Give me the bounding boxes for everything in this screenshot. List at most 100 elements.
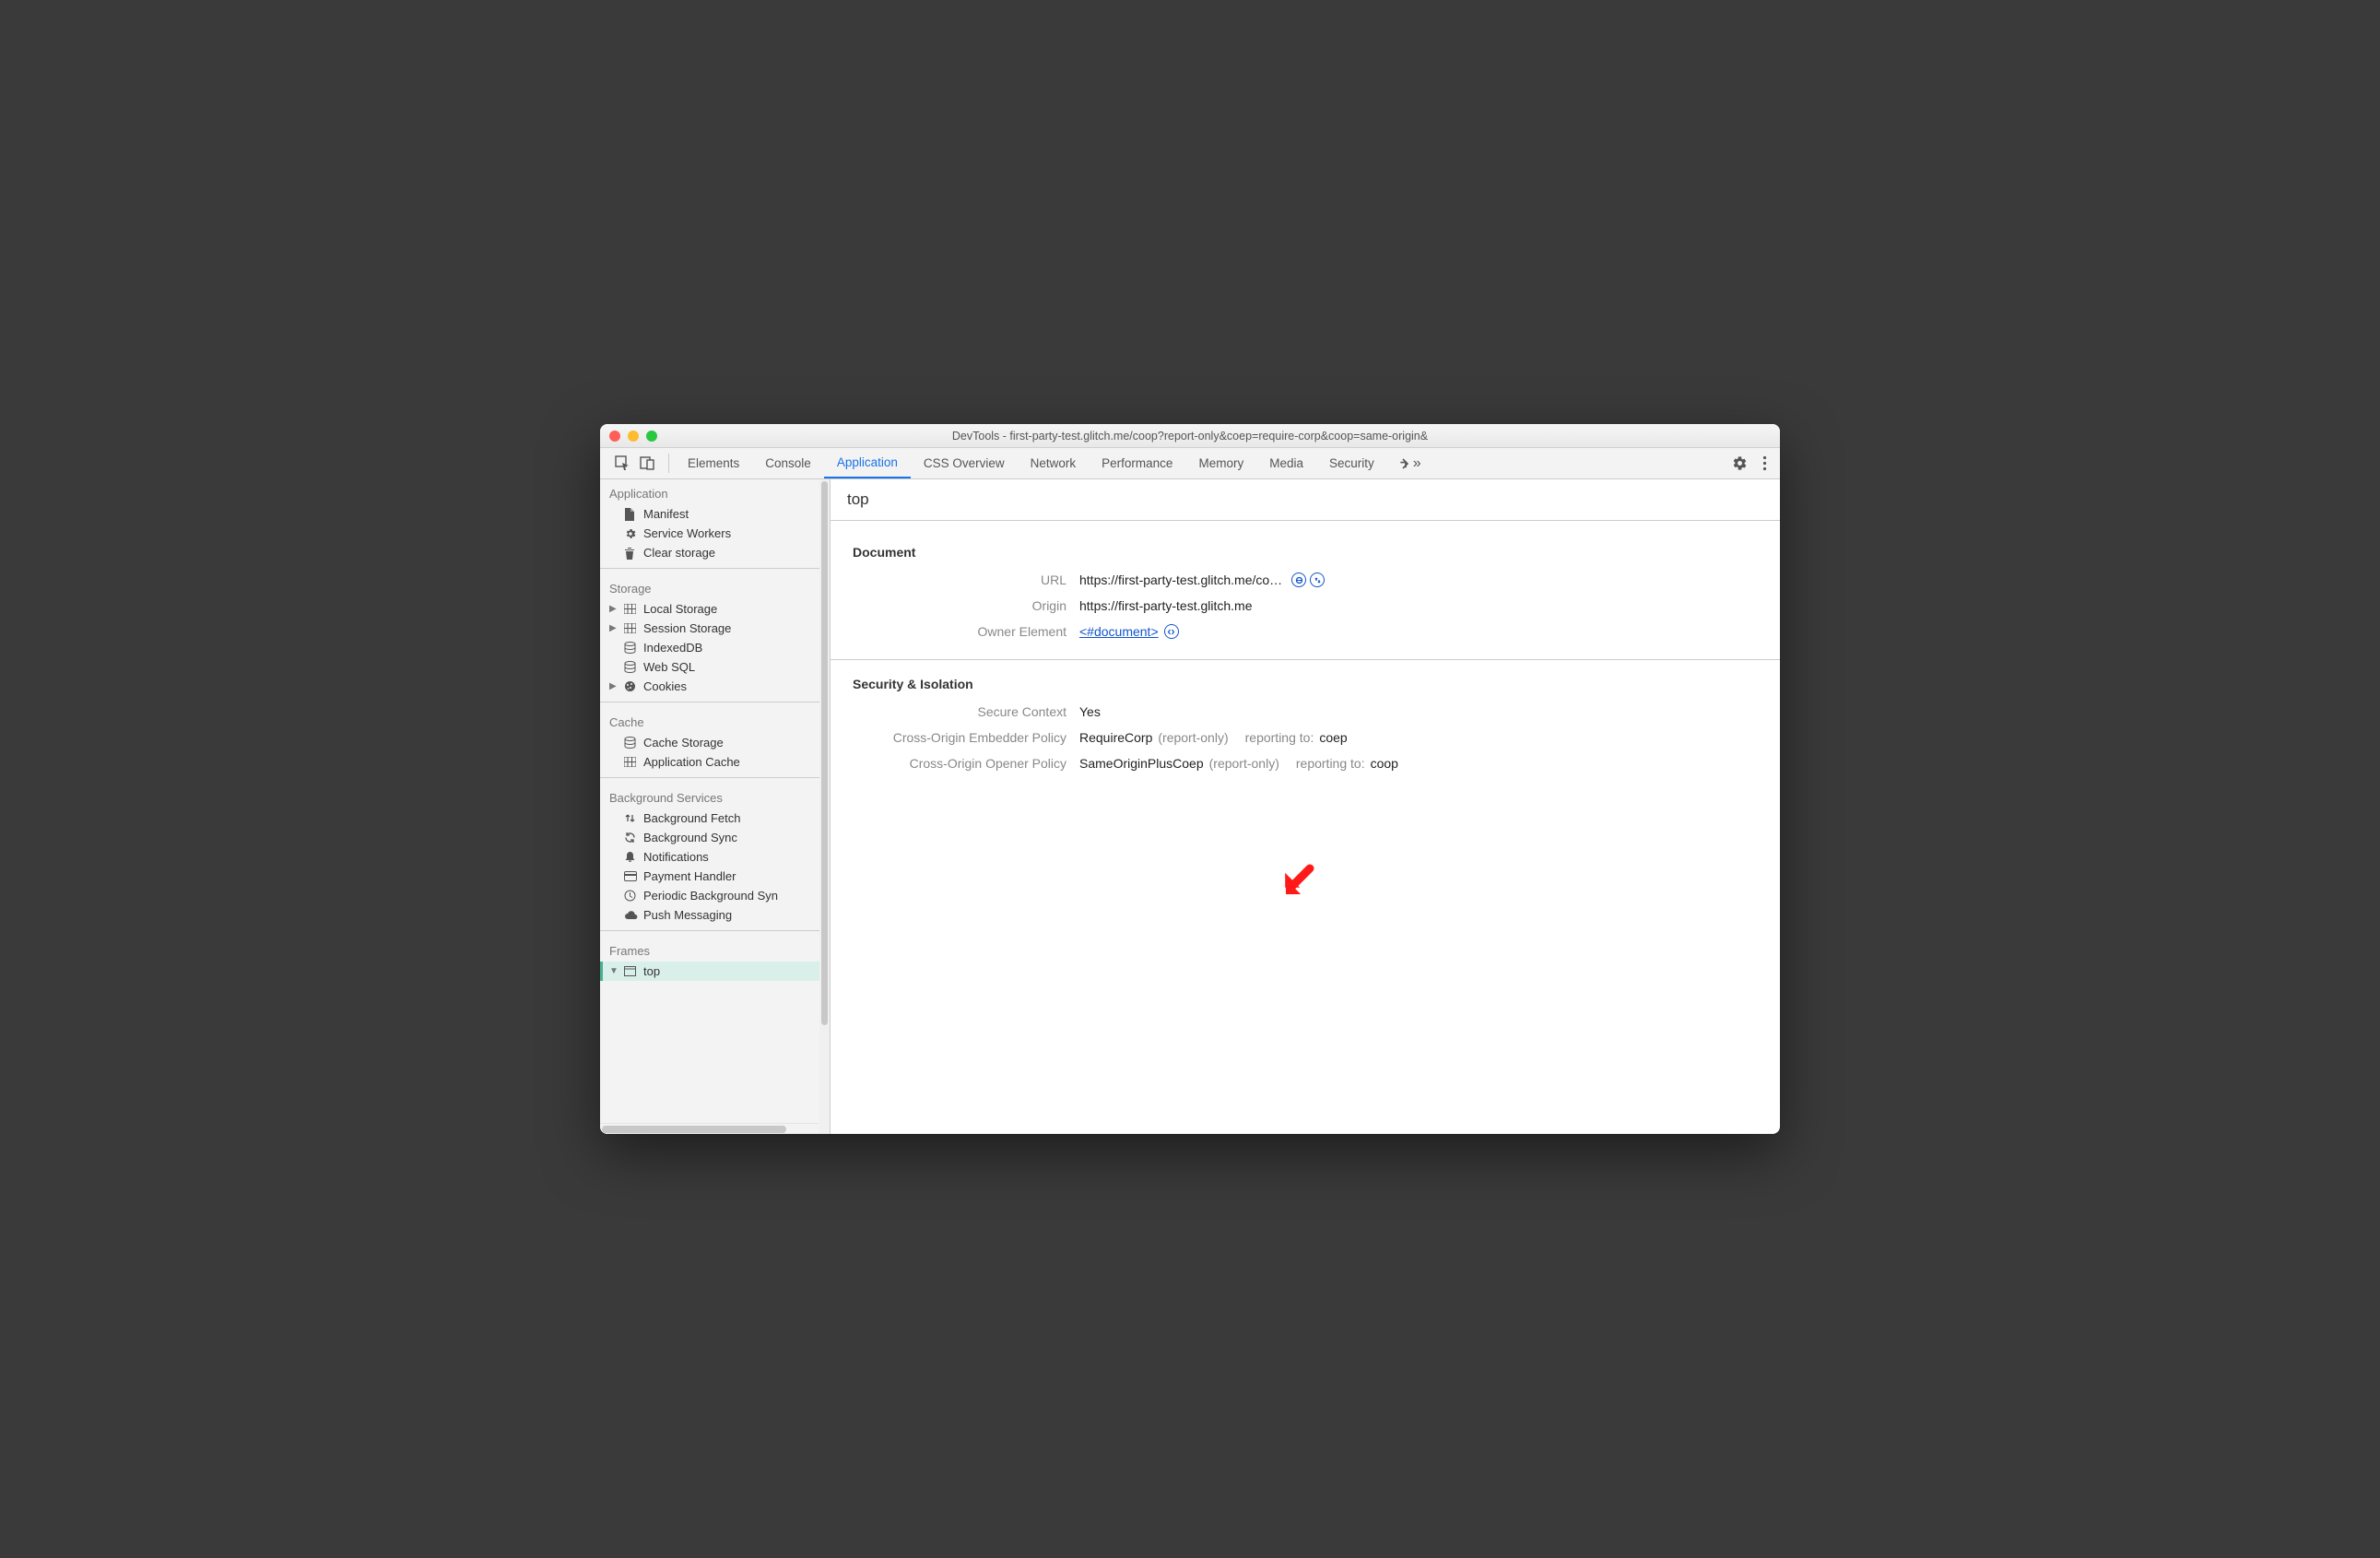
section-heading-document: Document xyxy=(853,545,1758,560)
db-icon xyxy=(624,661,638,673)
reload-icon[interactable] xyxy=(1310,572,1325,587)
sidebar-item-label: Periodic Background Syn xyxy=(643,889,778,903)
row-label: Origin xyxy=(853,598,1066,613)
sidebar-item-cookies[interactable]: ▶ Cookies xyxy=(600,677,830,696)
zoom-window-button[interactable] xyxy=(646,431,657,442)
code-icon[interactable] xyxy=(1164,624,1179,639)
sidebar-item-label: Push Messaging xyxy=(643,908,732,922)
sidebar-scrollbar-thumb[interactable] xyxy=(821,481,828,1025)
sidebar-item-service-workers[interactable]: Service Workers xyxy=(600,524,830,543)
sidebar-item-manifest[interactable]: Manifest xyxy=(600,504,830,524)
sidebar-item-background-sync[interactable]: Background Sync xyxy=(600,828,830,847)
tab-overflow[interactable]: » xyxy=(1387,448,1432,478)
sidebar-item-session-storage[interactable]: ▶ Session Storage xyxy=(600,619,830,638)
tab-performance[interactable]: Performance xyxy=(1089,448,1185,478)
tab-network[interactable]: Network xyxy=(1018,448,1090,478)
row-origin: Origin https://first-party-test.glitch.m… xyxy=(853,598,1758,613)
sidebar: Application Manifest Service Workers Cle… xyxy=(600,479,831,1134)
cloud-icon xyxy=(624,910,638,920)
sync-icon xyxy=(624,832,638,844)
minimize-window-button[interactable] xyxy=(628,431,639,442)
chevron-right-icon: ▶ xyxy=(609,623,619,633)
main-panel: top Document URL https://first-party-tes… xyxy=(831,479,1780,1134)
row-value: RequireCorp xyxy=(1079,730,1152,745)
sidebar-item-cache-storage[interactable]: Cache Storage xyxy=(600,733,830,752)
sidebar-item-payment-handler[interactable]: Payment Handler xyxy=(600,867,830,886)
sidebar-horizontal-scrollbar-thumb[interactable] xyxy=(602,1126,786,1133)
row-secure-context: Secure Context Yes xyxy=(853,704,1758,719)
row-url: URL https://first-party-test.glitch.me/c… xyxy=(853,572,1758,587)
sidebar-item-label: top xyxy=(643,964,660,978)
tab-console[interactable]: Console xyxy=(752,448,824,478)
window-title: DevTools - first-party-test.glitch.me/co… xyxy=(600,430,1780,443)
sidebar-section-cache: Cache xyxy=(600,708,830,733)
gear-icon xyxy=(624,527,638,540)
devtools-window: DevTools - first-party-test.glitch.me/co… xyxy=(600,424,1780,1134)
sidebar-horizontal-scrollbar[interactable] xyxy=(600,1123,819,1134)
tab-security[interactable]: Security xyxy=(1316,448,1387,478)
sidebar-item-websql[interactable]: Web SQL xyxy=(600,657,830,677)
row-value: SameOriginPlusCoep xyxy=(1079,756,1204,771)
clock-icon xyxy=(624,890,638,902)
tab-memory[interactable]: Memory xyxy=(1185,448,1256,478)
row-suffix-reporting-value: coep xyxy=(1319,730,1347,745)
sidebar-item-periodic-background-sync[interactable]: Periodic Background Syn xyxy=(600,886,830,905)
tab-media[interactable]: Media xyxy=(1256,448,1316,478)
db-icon xyxy=(624,642,638,654)
tabbar-right-icons xyxy=(1732,448,1773,478)
sidebar-section-background-services: Background Services xyxy=(600,784,830,809)
owner-element-link[interactable]: <#document> xyxy=(1079,624,1159,639)
table-icon xyxy=(624,604,638,614)
kebab-menu-icon[interactable] xyxy=(1762,455,1767,471)
tab-application[interactable]: Application xyxy=(824,448,911,478)
row-value: https://first-party-test.glitch.me xyxy=(1079,598,1253,613)
sidebar-item-frame-top[interactable]: ▼ top xyxy=(600,962,830,981)
window-controls xyxy=(609,431,657,442)
card-icon xyxy=(624,871,638,881)
row-coep: Cross-Origin Embedder Policy RequireCorp… xyxy=(853,730,1758,745)
inspect-element-icon[interactable] xyxy=(615,455,630,471)
row-owner-element: Owner Element <#document> xyxy=(853,624,1758,639)
tabbar: Elements Console Application CSS Overvie… xyxy=(600,448,1780,479)
chevron-right-icon: ▶ xyxy=(609,681,619,691)
tabbar-divider xyxy=(668,454,669,473)
table-icon xyxy=(624,757,638,767)
sidebar-item-label: Session Storage xyxy=(643,621,731,635)
file-icon xyxy=(624,508,638,521)
db-icon xyxy=(624,737,638,749)
sidebar-scrollbar[interactable] xyxy=(819,479,830,1134)
tab-elements[interactable]: Elements xyxy=(675,448,752,478)
sidebar-item-application-cache[interactable]: Application Cache xyxy=(600,752,830,772)
trash-icon xyxy=(624,547,638,560)
tablist: Elements Console Application CSS Overvie… xyxy=(675,448,1432,478)
content: Application Manifest Service Workers Cle… xyxy=(600,479,1780,1134)
tab-css-overview[interactable]: CSS Overview xyxy=(911,448,1018,478)
row-value: Yes xyxy=(1079,704,1101,719)
titlebar: DevTools - first-party-test.glitch.me/co… xyxy=(600,424,1780,448)
sidebar-item-background-fetch[interactable]: Background Fetch xyxy=(600,809,830,828)
row-suffix-report-only: (report-only) xyxy=(1209,756,1279,771)
row-suffix-reporting-label: reporting to: xyxy=(1245,730,1314,745)
row-label: Cross-Origin Embedder Policy xyxy=(853,730,1066,745)
sidebar-item-indexeddb[interactable]: IndexedDB xyxy=(600,638,830,657)
sidebar-item-label: Cookies xyxy=(643,679,687,693)
sidebar-item-local-storage[interactable]: ▶ Local Storage xyxy=(600,599,830,619)
sidebar-item-label: Notifications xyxy=(643,850,709,864)
sidebar-item-label: Web SQL xyxy=(643,660,695,674)
copy-icon[interactable] xyxy=(1291,572,1306,587)
sidebar-item-clear-storage[interactable]: Clear storage xyxy=(600,543,830,562)
sidebar-item-label: IndexedDB xyxy=(643,641,702,655)
sidebar-item-push-messaging[interactable]: Push Messaging xyxy=(600,905,830,925)
table-icon xyxy=(624,623,638,633)
sidebar-item-label: Background Sync xyxy=(643,831,737,844)
sidebar-item-label: Background Fetch xyxy=(643,811,741,825)
updown-icon xyxy=(624,812,638,824)
cookie-icon xyxy=(624,680,638,692)
row-value: https://first-party-test.glitch.me/co… xyxy=(1079,572,1282,587)
close-window-button[interactable] xyxy=(609,431,620,442)
device-toolbar-icon[interactable] xyxy=(640,455,655,471)
row-suffix-report-only: (report-only) xyxy=(1158,730,1228,745)
settings-icon[interactable] xyxy=(1732,455,1748,471)
sidebar-section-frames: Frames xyxy=(600,937,830,962)
sidebar-item-notifications[interactable]: Notifications xyxy=(600,847,830,867)
